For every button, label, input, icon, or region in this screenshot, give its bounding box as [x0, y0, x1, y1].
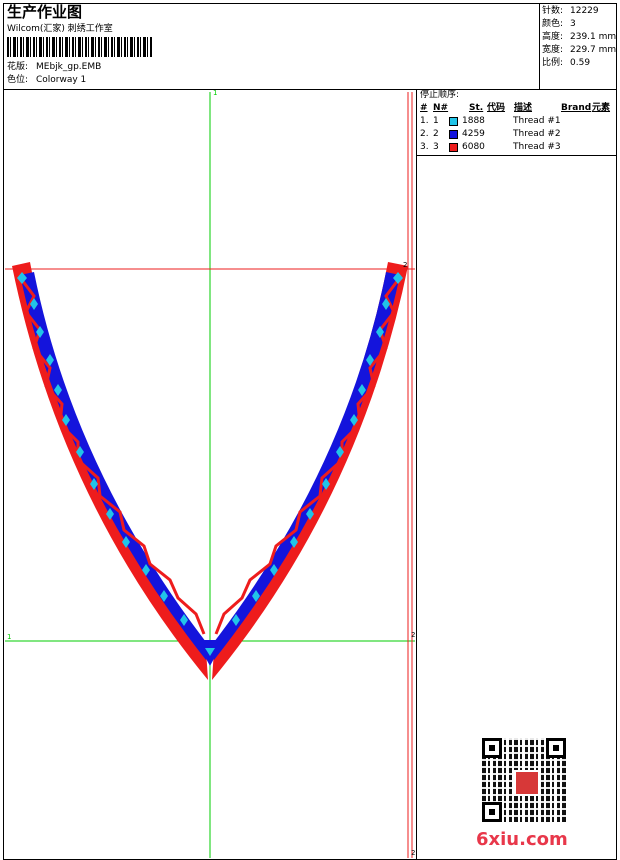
left-arm-lattice [20, 279, 206, 635]
guide-marker-top-left: 1 [213, 89, 218, 97]
guide-marker-right-mid: 2 [411, 631, 416, 639]
design-canvas [5, 92, 415, 858]
qr-code [482, 738, 566, 822]
qr-finder-bl [482, 802, 502, 822]
guide-marker-mid-left: 1 [7, 633, 12, 641]
left-arm-band [20, 272, 206, 660]
watermark-text: 6xiu.com [476, 829, 568, 850]
qr-finder-tr [546, 738, 566, 758]
qr-center-seal [514, 770, 540, 796]
guide-marker-top-right: 2 [403, 261, 408, 269]
right-arm-lattice [214, 279, 400, 635]
guide-marker-right-bottom: 2 [411, 849, 416, 857]
qr-finder-tl [482, 738, 502, 758]
right-arm-band [214, 272, 400, 660]
